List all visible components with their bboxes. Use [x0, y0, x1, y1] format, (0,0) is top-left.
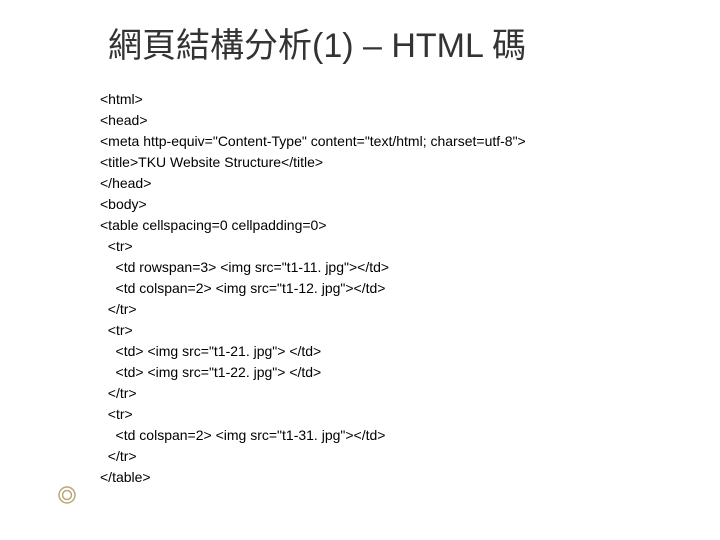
- code-line: <tr>: [100, 238, 133, 254]
- code-line: <body>: [100, 196, 147, 212]
- code-line: <meta http-equiv="Content-Type" content=…: [100, 133, 526, 149]
- code-line: </tr>: [100, 448, 137, 464]
- code-line: <td> <img src="t1-21. jpg"> </td>: [100, 343, 321, 359]
- code-line: <table cellspacing=0 cellpadding=0>: [100, 217, 327, 233]
- code-line: <td colspan=2> <img src="t1-31. jpg"></t…: [100, 427, 385, 443]
- code-line: <head>: [100, 112, 148, 128]
- code-line: <td rowspan=3> <img src="t1-11. jpg"></t…: [100, 259, 389, 275]
- code-block: <html> <head> <meta http-equiv="Content-…: [100, 89, 660, 488]
- bullet-icon: [58, 486, 76, 504]
- code-line: </tr>: [100, 385, 137, 401]
- code-line: <td colspan=2> <img src="t1-12. jpg"></t…: [100, 280, 385, 296]
- slide-container: 網頁結構分析(1) – HTML 碼 <html> <head> <meta h…: [0, 0, 720, 508]
- code-line: <tr>: [100, 406, 133, 422]
- slide-title: 網頁結構分析(1) – HTML 碼: [108, 18, 660, 67]
- code-line: <html>: [100, 91, 143, 107]
- code-line: <td> <img src="t1-22. jpg"> </td>: [100, 364, 321, 380]
- code-line: </table>: [100, 469, 151, 485]
- code-line: <tr>: [100, 322, 133, 338]
- code-line: </tr>: [100, 301, 137, 317]
- code-line: </head>: [100, 175, 151, 191]
- code-line: <title>TKU Website Structure</title>: [100, 154, 323, 170]
